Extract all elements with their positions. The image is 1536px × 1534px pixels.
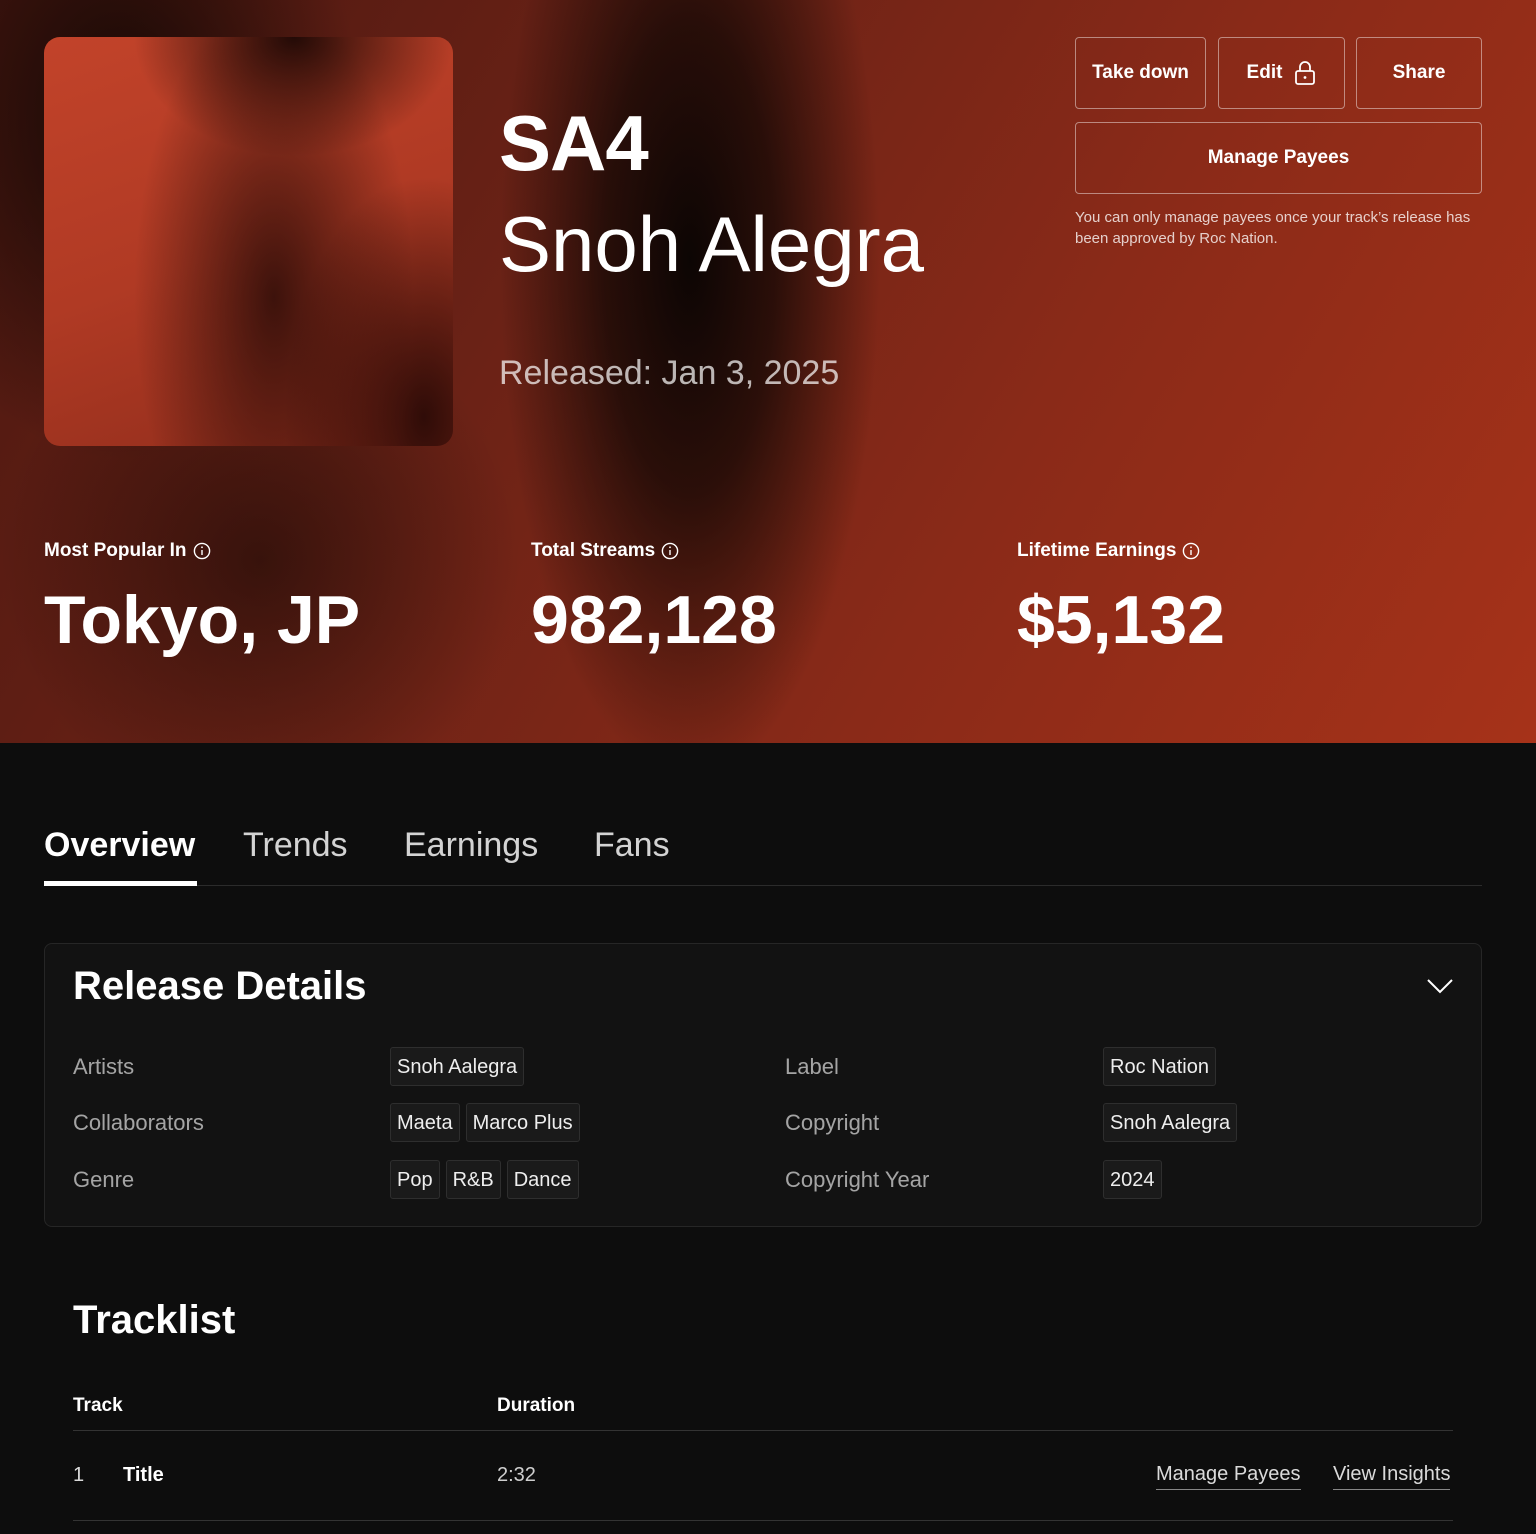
release-details-title: Release Details [73,964,367,1008]
genre-chip: Dance [506,1160,579,1199]
copyright-chip: Snoh Aalegra [1103,1103,1238,1142]
stat-value-total-streams: 982,128 [531,582,777,658]
tracklist-title: Tracklist [73,1298,236,1342]
genre-chip: R&B [445,1160,501,1199]
take-down-label: Take down [1092,62,1189,83]
take-down-button[interactable]: Take down [1075,37,1206,109]
collaborators-chips: Maeta Marco Plus [390,1103,580,1142]
share-button[interactable]: Share [1356,37,1482,109]
row-divider [73,1520,1453,1521]
manage-payees-button[interactable]: Manage Payees [1075,122,1482,194]
copyright-chips: Snoh Aalegra [1103,1103,1238,1142]
info-icon[interactable] [661,542,679,560]
stat-label-lifetime-earnings: Lifetime Earnings [1017,540,1200,562]
artists-chips: Snoh Aalegra [390,1047,525,1086]
info-icon[interactable] [1182,542,1200,560]
release-date: Released: Jan 3, 2025 [499,354,840,392]
stat-value-lifetime-earnings: $5,132 [1017,582,1225,658]
track-title: Title [123,1464,164,1486]
artist-chip: Snoh Aalegra [390,1047,525,1086]
stat-value-most-popular: Tokyo, JP [44,582,361,658]
collaborators-label: Collaborators [73,1110,204,1135]
copyright-year-label: Copyright Year [785,1167,930,1192]
track-number: 1 [73,1464,85,1486]
copyright-year-chips: 2024 [1103,1160,1162,1199]
payees-note: You can only manage payees once your tra… [1075,209,1471,247]
track-view-insights-link[interactable]: View Insights [1333,1463,1451,1490]
tab-earnings[interactable]: Earnings [404,826,538,886]
album-cover-image [44,37,453,446]
genre-label: Genre [73,1167,135,1192]
edit-label: Edit [1246,62,1283,83]
lock-icon [1295,61,1316,85]
collaborator-chip: Maeta [390,1103,460,1142]
label-label: Label [785,1054,839,1079]
stat-label-text: Most Popular In [44,540,187,561]
genre-chips: Pop R&B Dance [390,1160,579,1199]
column-header-duration: Duration [497,1395,576,1416]
tab-fans[interactable]: Fans [594,826,670,886]
album-title: SA4 [499,99,649,187]
stat-label-text: Lifetime Earnings [1017,540,1177,561]
table-header-divider [73,1430,1453,1431]
release-hero: SA4 Snoh Alegra Released: Jan 3, 2025 Ta… [0,0,1536,743]
stat-label-total-streams: Total Streams [531,540,679,562]
edit-button[interactable]: Edit [1218,37,1345,109]
release-details-card: Release Details Artists Snoh Aalegra Col… [44,943,1482,1227]
tab-overview[interactable]: Overview [44,826,198,886]
artist-name: Snoh Alegra [499,200,925,288]
column-header-track: Track [73,1395,123,1416]
manage-payees-label: Manage Payees [1207,147,1350,168]
chevron-down-icon[interactable] [1426,977,1454,995]
info-icon[interactable] [193,542,211,560]
collaborator-chip: Marco Plus [465,1103,580,1142]
tab-bar: Overview Trends Earnings Fans [44,826,1482,886]
share-label: Share [1392,62,1446,83]
tab-trends[interactable]: Trends [243,826,348,886]
stat-label-text: Total Streams [531,540,656,561]
artists-label: Artists [73,1054,135,1079]
label-chip: Roc Nation [1103,1047,1216,1086]
label-chips: Roc Nation [1103,1047,1216,1086]
copyright-year-chip: 2024 [1103,1160,1162,1199]
copyright-label: Copyright [785,1110,880,1135]
track-manage-payees-link[interactable]: Manage Payees [1156,1463,1301,1490]
genre-chip: Pop [390,1160,440,1199]
stat-label-most-popular: Most Popular In [44,540,211,562]
track-duration: 2:32 [497,1464,536,1486]
